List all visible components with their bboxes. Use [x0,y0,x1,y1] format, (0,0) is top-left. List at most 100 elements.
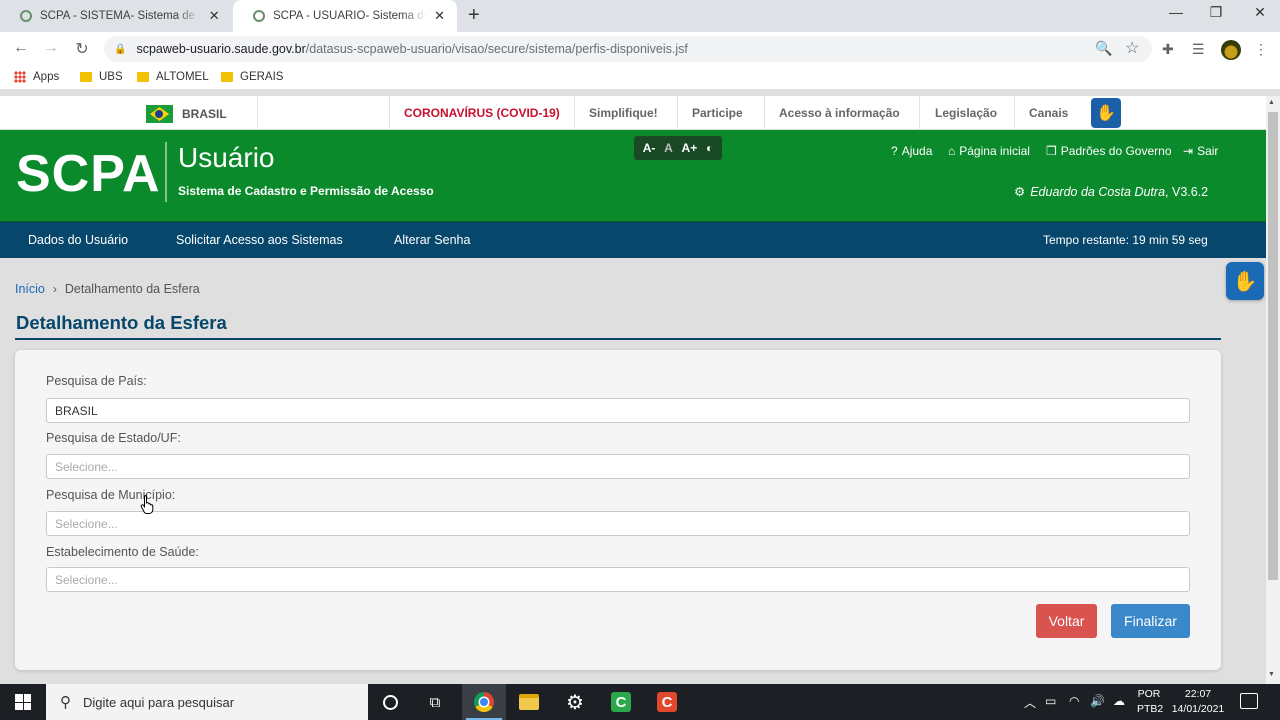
menu-item-dados-usuario[interactable]: Dados do Usuário [28,233,128,247]
new-tab-icon[interactable]: + [468,4,480,27]
logout-label: Sair [1197,144,1219,158]
taskbar-clock[interactable]: 22:07 14/01/2021 [1170,687,1226,717]
govbar-link-covid[interactable]: CORONAVÍRUS (COVID-19) [404,106,560,120]
taskbar-settings[interactable]: ⚙ [553,684,597,720]
finish-button[interactable]: Finalizar [1111,604,1190,638]
reload-icon[interactable]: ↻ [72,39,92,59]
municipality-search-input[interactable] [46,511,1190,536]
taskbar-camtasia-studio[interactable]: C [645,684,689,720]
back-arrow-icon[interactable]: ← [11,39,31,57]
scroll-up-icon[interactable]: ▲ [1268,99,1275,106]
gear-icon: ⚙ [1014,185,1026,199]
windows-start-icon[interactable] [15,694,31,710]
help-link[interactable]: ? Ajuda [891,144,932,158]
version-label: , V3.6.2 [1165,184,1209,199]
bookmark-folder-altomel[interactable]: ALTOMEL [137,71,209,83]
health-facility-search-input[interactable] [46,567,1190,592]
scrollbar-thumb[interactable] [1268,112,1278,580]
back-button[interactable]: Voltar [1036,604,1097,638]
keyboard-layout: PTB2 [1137,703,1164,715]
home-link[interactable]: ⌂ Página inicial [948,144,1030,158]
battery-icon[interactable]: ▭ [1045,694,1056,708]
gov-standards-link[interactable]: ❐ Padrões do Governo [1046,144,1172,158]
govbar-link-simplifique[interactable]: Simplifique! [589,106,658,120]
close-tab-icon[interactable]: ✕ [206,8,222,24]
brasil-link[interactable]: BRASIL [146,105,227,123]
logout-icon: ⇥ [1183,144,1194,158]
restore-window-icon[interactable]: ❐ [1196,4,1236,21]
profile-avatar[interactable] [1221,40,1241,60]
user-info[interactable]: ⚙ Eduardo da Costa Dutra, V3.6.2 [1014,184,1209,200]
input-language-indicator[interactable]: POR PTB2 [1137,687,1164,717]
govbar-link-participe[interactable]: Participe [692,106,743,120]
state-search-input[interactable] [46,454,1190,479]
bookmark-label: Apps [33,71,60,83]
title-underline [15,338,1221,340]
tray-chevron-up-icon[interactable]: ︿ [1024,694,1036,711]
site-favicon-icon [253,10,265,22]
decrease-font-button[interactable]: A- [643,141,656,155]
bookmark-apps[interactable]: Apps [14,71,59,83]
logout-link[interactable]: ⇥ Sair [1183,144,1218,158]
menu-item-alterar-senha[interactable]: Alterar Senha [394,233,470,247]
tab-title: SCPA - SISTEMA- Sistema de Cadastro e Pe… [40,10,200,22]
clock-time: 22:07 [1184,688,1212,700]
bookmark-star-icon[interactable]: ☆ [1125,38,1139,58]
chevron-right-icon: › [52,282,57,296]
site-favicon-icon [20,10,32,22]
browser-menu-icon[interactable]: ⋮ [1254,41,1268,58]
session-timer: Tempo restante: 19 min 59 seg [1043,233,1208,247]
default-font-button[interactable]: A [664,141,673,155]
forward-arrow-icon[interactable]: → [41,39,61,57]
volume-icon[interactable]: 🔊 [1090,694,1105,708]
browser-tab-active[interactable]: SCPA - USUARIO- Sistema de Cadastro e Pe… [233,0,457,32]
bookmark-label: ALTOMEL [156,71,209,83]
lock-icon: 🔒 [114,43,127,55]
windows-taskbar: ⚲ Digite aqui para pesquisar ⧉ ⚙ C C ︿ ▭… [0,684,1280,720]
menu-item-solicitar-acesso[interactable]: Solicitar Acesso aos Sistemas [176,233,343,247]
close-tab-icon[interactable]: ✕ [432,8,447,24]
taskbar-file-explorer[interactable] [507,684,551,720]
site-header: SCPA Usuário Sistema de Cadastro e Permi… [0,130,1266,222]
divider [574,96,575,130]
bookmark-folder-gerais[interactable]: GERAIS [221,71,283,83]
country-search-input[interactable] [46,398,1190,423]
apps-grid-icon [14,71,26,83]
close-window-icon[interactable]: ✕ [1240,4,1280,21]
gov-bar: BRASIL CORONAVÍRUS (COVID-19) Simplifiqu… [0,96,1266,130]
onedrive-cloud-icon[interactable]: ☁ [1113,694,1125,708]
scroll-down-icon[interactable]: ▼ [1268,671,1275,678]
address-bar[interactable]: 🔒 scpaweb-usuario.saude.gov.br/datasus-s… [104,36,1152,62]
page-title: Detalhamento da Esfera [16,312,227,333]
zoom-icon[interactable]: 🔍 [1095,40,1112,57]
sign-language-icon[interactable]: ✋ [1226,262,1264,300]
increase-font-button[interactable]: A+ [682,141,698,155]
sign-language-icon[interactable]: ✋ [1091,98,1121,128]
wifi-icon[interactable]: ◠ [1069,694,1079,708]
divider [257,96,258,130]
taskbar-search-box[interactable]: ⚲ Digite aqui para pesquisar [46,684,368,720]
govbar-link-legislacao[interactable]: Legislação [935,106,997,120]
bookmark-label: UBS [99,71,123,83]
divider [677,96,678,130]
contrast-icon[interactable]: ◐ [706,141,713,155]
bookmark-label: GERAIS [240,71,284,83]
divider [1014,96,1015,130]
minimize-window-icon[interactable]: — [1156,4,1196,20]
notifications-icon[interactable] [1240,693,1258,709]
question-icon: ? [891,144,898,158]
govbar-link-acesso-informacao[interactable]: Acesso à informação [779,106,900,120]
state-label: Pesquisa de Estado/UF: [46,431,181,445]
govbar-link-canais[interactable]: Canais [1029,106,1068,120]
reading-list-icon[interactable]: ☰ [1192,41,1205,58]
folder-icon [137,72,149,82]
taskbar-search-placeholder: Digite aqui para pesquisar [83,694,235,710]
taskbar-camtasia-recorder[interactable]: C [599,684,643,720]
breadcrumb-home-link[interactable]: Início [15,282,45,296]
extensions-icon[interactable]: ✚ [1162,41,1174,58]
bookmark-folder-ubs[interactable]: UBS [80,71,123,83]
cortana-button[interactable] [368,684,412,720]
task-view-button[interactable]: ⧉ [413,684,457,720]
browser-tab[interactable]: SCPA - SISTEMA- Sistema de Cadastro e Pe… [0,0,232,32]
taskbar-chrome[interactable] [462,684,506,720]
